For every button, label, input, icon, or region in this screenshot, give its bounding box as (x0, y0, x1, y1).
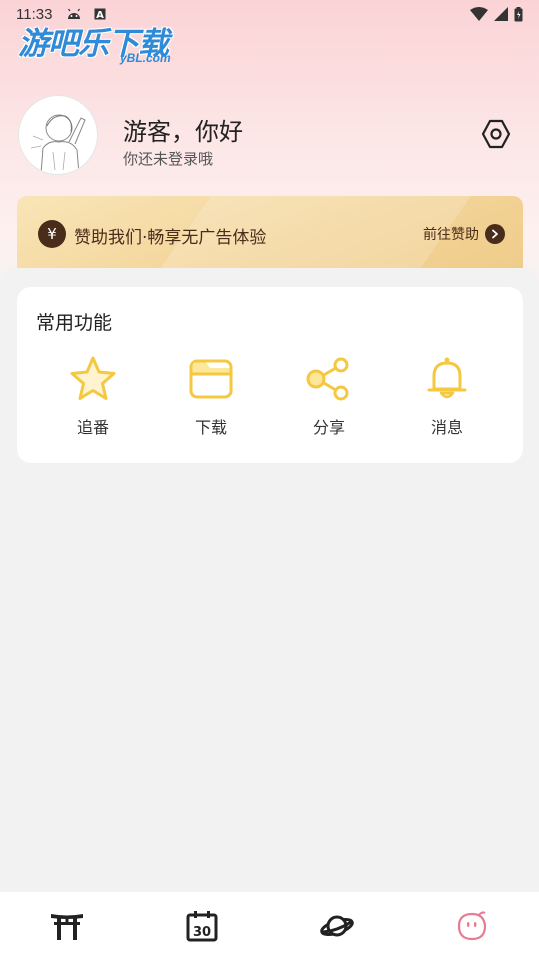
nav-item-schedule[interactable]: 30 (135, 892, 270, 959)
greeting-text[interactable]: 游客，你好 (123, 112, 243, 147)
calendar-30-icon: 30 (186, 910, 218, 941)
avatar-sketch-icon (30, 114, 86, 174)
signal-icon (494, 7, 508, 21)
profile-section: 游客，你好 你还未登录哦 (18, 95, 523, 175)
login-hint[interactable]: 你还未登录哦 (123, 148, 213, 169)
func-item-follow[interactable]: 追番 (43, 353, 143, 443)
func-label: 分享 (312, 418, 345, 437)
sponsor-banner[interactable]: ¥ 赞助我们·畅享无广告体验 前往赞助 (17, 196, 523, 270)
func-label: 追番 (76, 418, 109, 437)
nav-item-profile[interactable] (404, 892, 539, 959)
func-item-download[interactable]: 下载 (161, 353, 261, 443)
sponsor-text: 赞助我们·畅享无广告体验 (74, 228, 267, 248)
section-title: 常用功能 (36, 312, 113, 334)
bottom-nav: 30 (0, 892, 539, 959)
bell-icon (421, 353, 473, 405)
chevron-right-icon (485, 224, 505, 244)
func-label: 下载 (194, 418, 227, 437)
nav-item-discover[interactable] (270, 892, 405, 959)
watermark-subtitle: yBL.com (120, 51, 171, 65)
settings-button[interactable] (479, 117, 513, 151)
torii-icon (51, 913, 84, 940)
func-item-messages[interactable]: 消息 (397, 353, 497, 443)
star-icon (67, 353, 119, 405)
battery-icon (514, 6, 523, 21)
planet-icon (320, 915, 354, 936)
settings-hexagon-icon (481, 119, 511, 149)
wifi-icon (470, 7, 488, 21)
func-label: 消息 (430, 418, 463, 437)
sponsor-link[interactable]: 前往赞助 (423, 224, 505, 244)
yen-coin-icon: ¥ (38, 220, 66, 248)
avatar[interactable] (18, 95, 98, 175)
common-functions-card: 常用功能 追番 下载 分享 消息 (17, 287, 523, 463)
folder-icon (185, 353, 237, 405)
share-icon (303, 353, 355, 405)
nav-item-home[interactable] (0, 892, 135, 959)
func-item-share[interactable]: 分享 (279, 353, 379, 443)
mascot-face-icon (457, 910, 486, 940)
watermark-logo: 游吧乐下载 yBL.com (18, 18, 188, 68)
sponsor-link-label: 前往赞助 (423, 227, 479, 243)
calendar-day-text: 30 (193, 925, 211, 940)
